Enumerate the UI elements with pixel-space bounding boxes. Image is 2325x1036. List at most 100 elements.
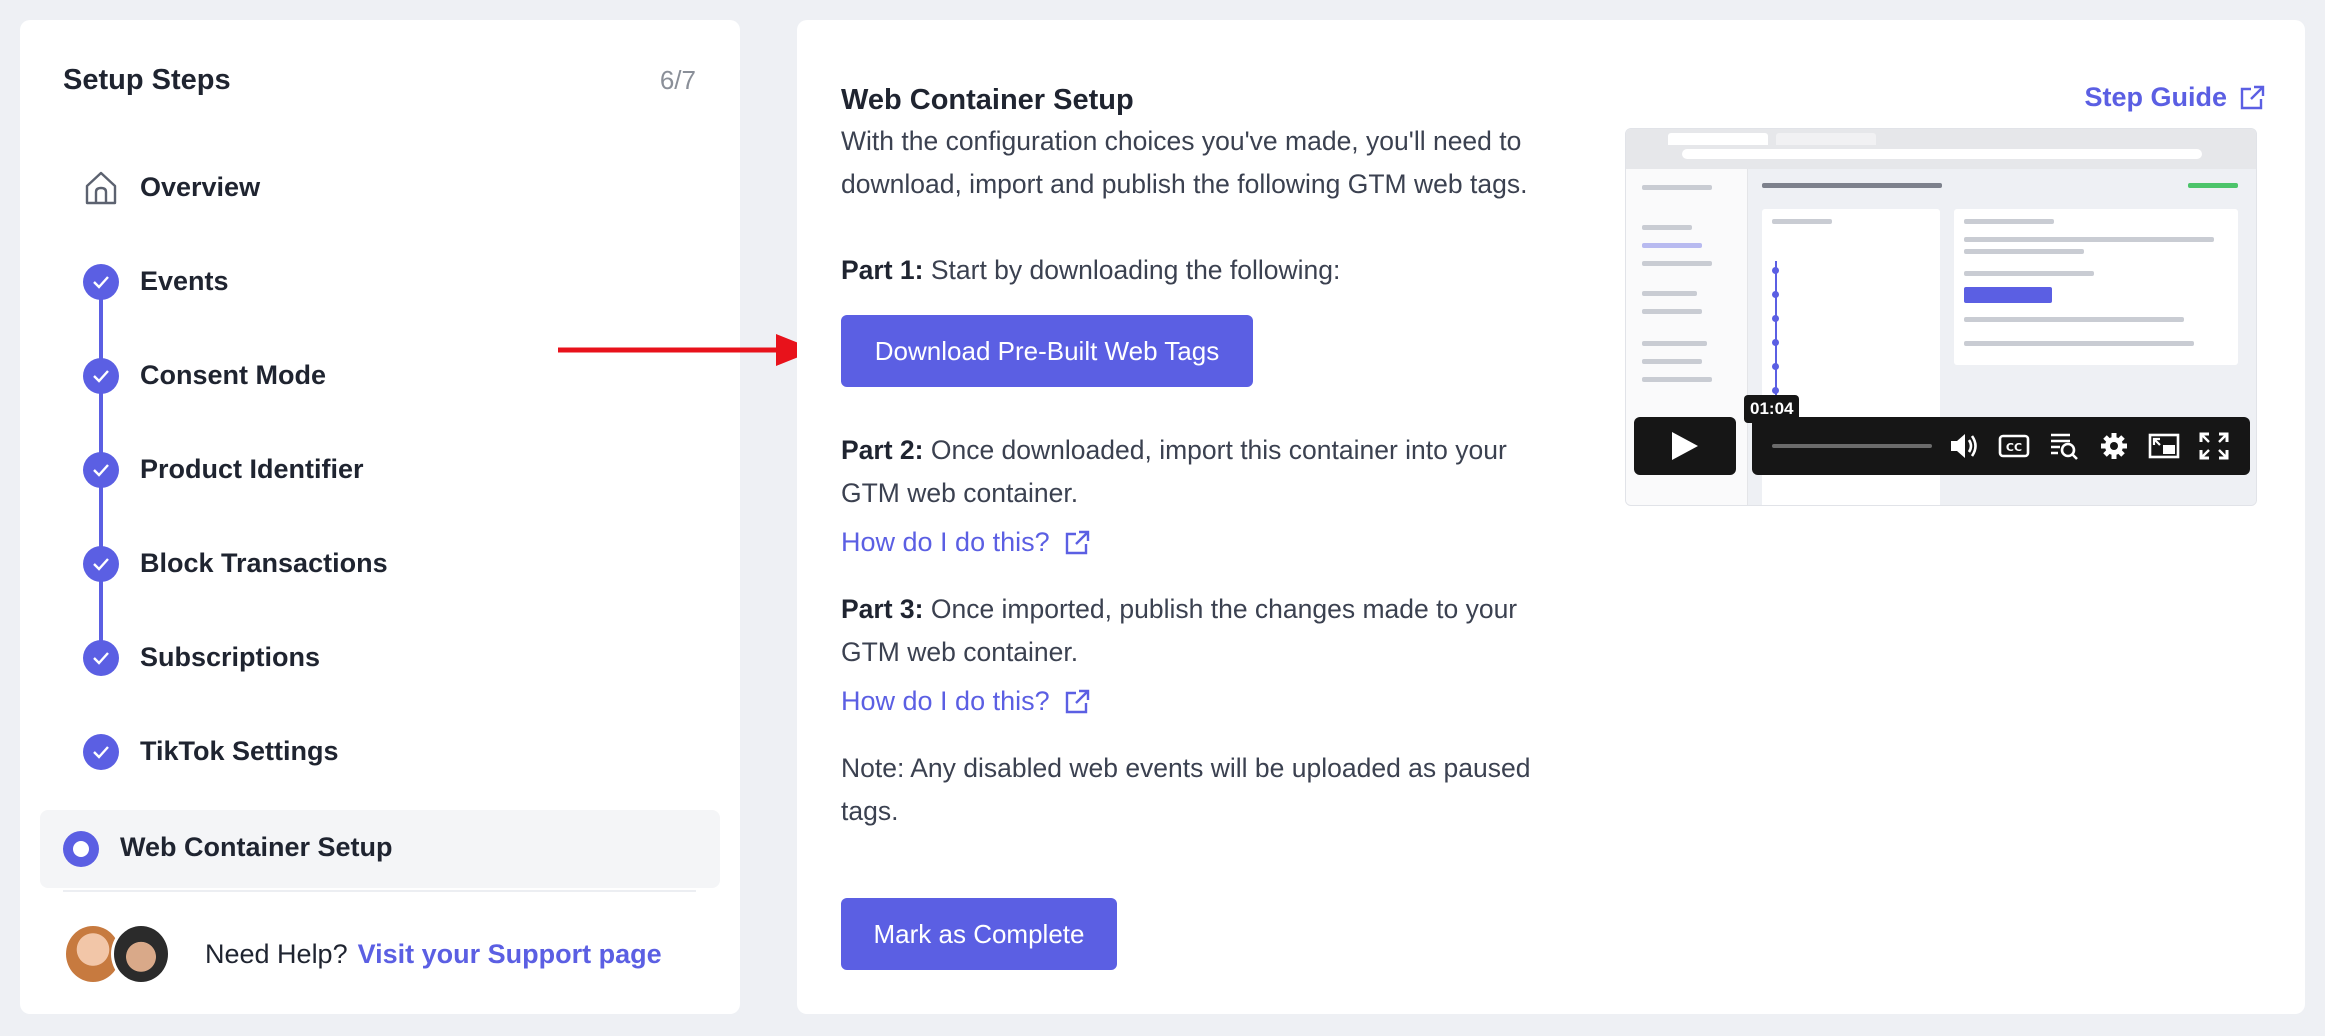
part1-label: Part 1: <box>841 255 924 285</box>
video-placeholder-line <box>1964 271 2094 276</box>
part2-text: Part 2: Once downloaded, import this con… <box>841 429 1541 515</box>
step-label: Block Transactions <box>140 548 388 578</box>
video-step-dot <box>1772 267 1779 274</box>
check-icon <box>83 734 119 770</box>
page-title: Web Container Setup <box>841 84 1134 116</box>
howto-link-publish[interactable]: How do I do this? <box>841 686 1090 717</box>
step-overview[interactable]: Overview <box>40 150 720 228</box>
video-browser-chrome <box>1626 129 2256 169</box>
step-tiktok-settings[interactable]: TikTok Settings <box>40 714 720 792</box>
video-placeholder-line <box>1772 219 1832 224</box>
video-placeholder-line <box>1642 243 1702 248</box>
external-link-icon <box>1065 530 1089 554</box>
check-icon <box>83 264 119 300</box>
video-step-dot <box>1772 363 1779 370</box>
setup-steps-title: Setup Steps <box>63 64 231 96</box>
step-label: Events <box>140 266 229 296</box>
part3-description: Once imported, publish the changes made … <box>841 594 1518 667</box>
video-step-dot <box>1772 387 1779 394</box>
video-step-dot <box>1772 291 1779 298</box>
video-setup-card <box>1954 209 2238 365</box>
step-label: TikTok Settings <box>140 736 339 766</box>
divider <box>63 890 696 892</box>
part2-description: Once downloaded, import this container i… <box>841 435 1507 508</box>
step-block-transactions[interactable]: Block Transactions <box>40 526 720 604</box>
external-link-icon <box>2240 85 2265 109</box>
settings-gear-icon[interactable] <box>2098 431 2130 461</box>
video-placeholder-line <box>1642 185 1712 190</box>
video-placeholder-line <box>1762 183 1942 188</box>
part3-text: Part 3: Once imported, publish the chang… <box>841 588 1541 674</box>
video-placeholder-line <box>1964 219 2054 224</box>
step-guide-label: Step Guide <box>2084 82 2227 112</box>
web-container-setup-panel: Web Container Setup Step Guide With the … <box>797 20 2305 1014</box>
video-url-bar <box>1682 149 2202 159</box>
closed-captions-icon[interactable]: CC <box>1998 431 2030 461</box>
check-icon <box>83 452 119 488</box>
video-download-button <box>1964 287 2052 303</box>
mark-complete-button[interactable]: Mark as Complete <box>841 898 1117 970</box>
step-events[interactable]: Events <box>40 244 720 322</box>
video-placeholder-line <box>1964 249 2084 254</box>
steps-progress-count: 6/7 <box>659 65 696 95</box>
check-icon <box>83 358 119 394</box>
video-controls-bar: CC <box>1752 417 2250 475</box>
step-label: Overview <box>140 172 261 202</box>
video-placeholder-line <box>1642 377 1712 382</box>
step-label: Product Identifier <box>140 454 364 484</box>
setup-steps-panel: Setup Steps 6/7 Overview Events Consent … <box>20 20 740 1014</box>
support-avatars <box>63 923 173 985</box>
part1-text: Part 1: Start by downloading the followi… <box>841 249 1581 292</box>
svg-text:CC: CC <box>2006 441 2022 454</box>
step-web-container-setup[interactable]: Web Container Setup <box>40 810 720 888</box>
transcript-search-icon[interactable] <box>2048 431 2080 461</box>
step-guide-link[interactable]: Step Guide <box>2084 82 2265 113</box>
tutorial-video-player[interactable]: 01:04 CC <box>1625 128 2257 506</box>
note-text: Note: Any disabled web events will be up… <box>841 753 1531 826</box>
video-step-dot <box>1772 339 1779 346</box>
video-placeholder-line <box>1642 341 1707 346</box>
howto-label: How do I do this? <box>841 527 1050 557</box>
step-product-identifier[interactable]: Product Identifier <box>40 432 720 510</box>
play-icon <box>1672 432 1698 460</box>
step-label: Web Container Setup <box>120 832 393 862</box>
video-placeholder-line <box>1642 291 1697 296</box>
video-browser-tab <box>1668 133 1768 145</box>
howto-link-import[interactable]: How do I do this? <box>841 527 1090 558</box>
help-section: Need Help? Visit your Support page <box>63 923 662 985</box>
video-progress-track[interactable] <box>1772 444 1932 448</box>
step-label: Subscriptions <box>140 642 321 672</box>
video-placeholder-line <box>1964 237 2214 242</box>
video-placeholder-line <box>1964 317 2184 322</box>
video-browser-tab <box>1776 133 1876 145</box>
video-placeholder-line <box>1642 359 1702 364</box>
need-help-text: Need Help? <box>205 938 348 969</box>
video-placeholder-line <box>1642 309 1702 314</box>
check-icon <box>83 640 119 676</box>
intro-text: With the configuration choices you've ma… <box>841 126 1528 199</box>
external-link-icon <box>1065 689 1089 713</box>
arrow-annotation-icon <box>558 334 816 366</box>
avatar <box>111 923 171 985</box>
volume-icon[interactable] <box>1948 431 1980 461</box>
home-icon <box>83 170 119 206</box>
howto-label: How do I do this? <box>841 686 1050 716</box>
part3-label: Part 3: <box>841 594 924 624</box>
video-placeholder-line <box>1642 261 1712 266</box>
part1-description: Start by downloading the following: <box>923 255 1341 285</box>
step-label: Consent Mode <box>140 360 326 390</box>
video-placeholder-line <box>2188 183 2238 188</box>
video-play-button[interactable] <box>1634 417 1736 475</box>
download-web-tags-button[interactable]: Download Pre-Built Web Tags <box>841 315 1253 387</box>
video-placeholder-line <box>1964 341 2194 346</box>
support-page-link[interactable]: Visit your Support page <box>358 939 662 970</box>
current-step-dot-icon <box>63 831 99 867</box>
setup-steps-header: Setup Steps 6/7 <box>63 64 696 97</box>
check-icon <box>83 546 119 582</box>
picture-in-picture-icon[interactable] <box>2148 431 2180 461</box>
video-step-dot <box>1772 315 1779 322</box>
video-placeholder-line <box>1642 225 1692 230</box>
part2-label: Part 2: <box>841 435 924 465</box>
fullscreen-icon[interactable] <box>2198 431 2230 461</box>
step-subscriptions[interactable]: Subscriptions <box>40 620 720 698</box>
